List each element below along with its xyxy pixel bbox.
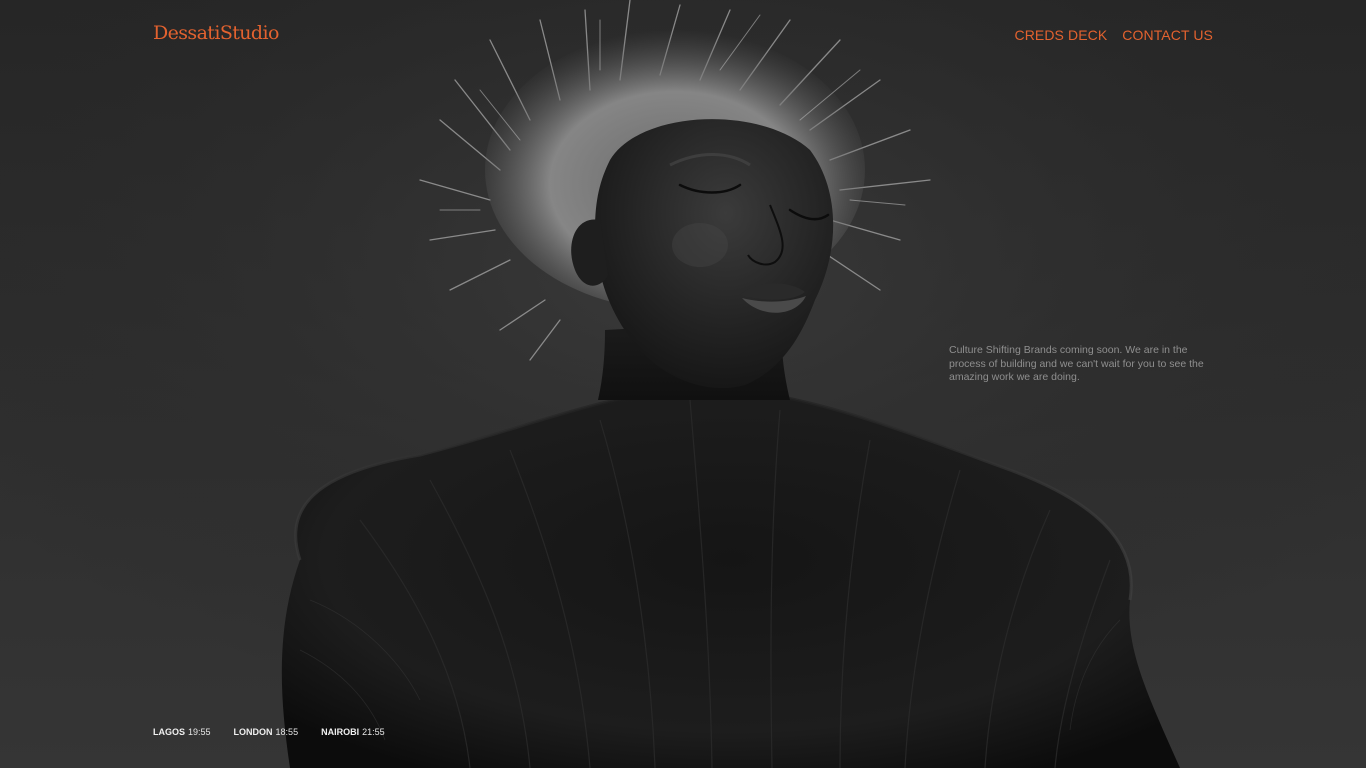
clock-city-label: NAIROBI (321, 727, 360, 737)
world-clocks: LAGOS 19:55 LONDON 18:55 NAIROBI 21:55 (153, 727, 385, 737)
landing-page: DessatiStudio CREDS DECK CONTACT US Cult… (0, 0, 1366, 768)
clock-london: LONDON 18:55 (234, 727, 299, 737)
nav-creds-deck-link[interactable]: CREDS DECK (1014, 27, 1107, 43)
hero-tagline: Culture Shifting Brands coming soon. We … (949, 344, 1204, 384)
clock-nairobi: NAIROBI 21:55 (321, 727, 385, 737)
clock-lagos: LAGOS 19:55 (153, 727, 211, 737)
clock-time: 19:55 (188, 727, 211, 737)
brand-logo[interactable]: DessatiStudio (153, 22, 279, 44)
clock-time: 18:55 (275, 727, 299, 737)
clock-city-label: LONDON (233, 727, 273, 737)
clock-time: 21:55 (362, 727, 385, 737)
clock-city-label: LAGOS (153, 727, 186, 737)
top-nav: CREDS DECK CONTACT US (1014, 27, 1213, 43)
nav-contact-us-link[interactable]: CONTACT US (1122, 27, 1213, 43)
